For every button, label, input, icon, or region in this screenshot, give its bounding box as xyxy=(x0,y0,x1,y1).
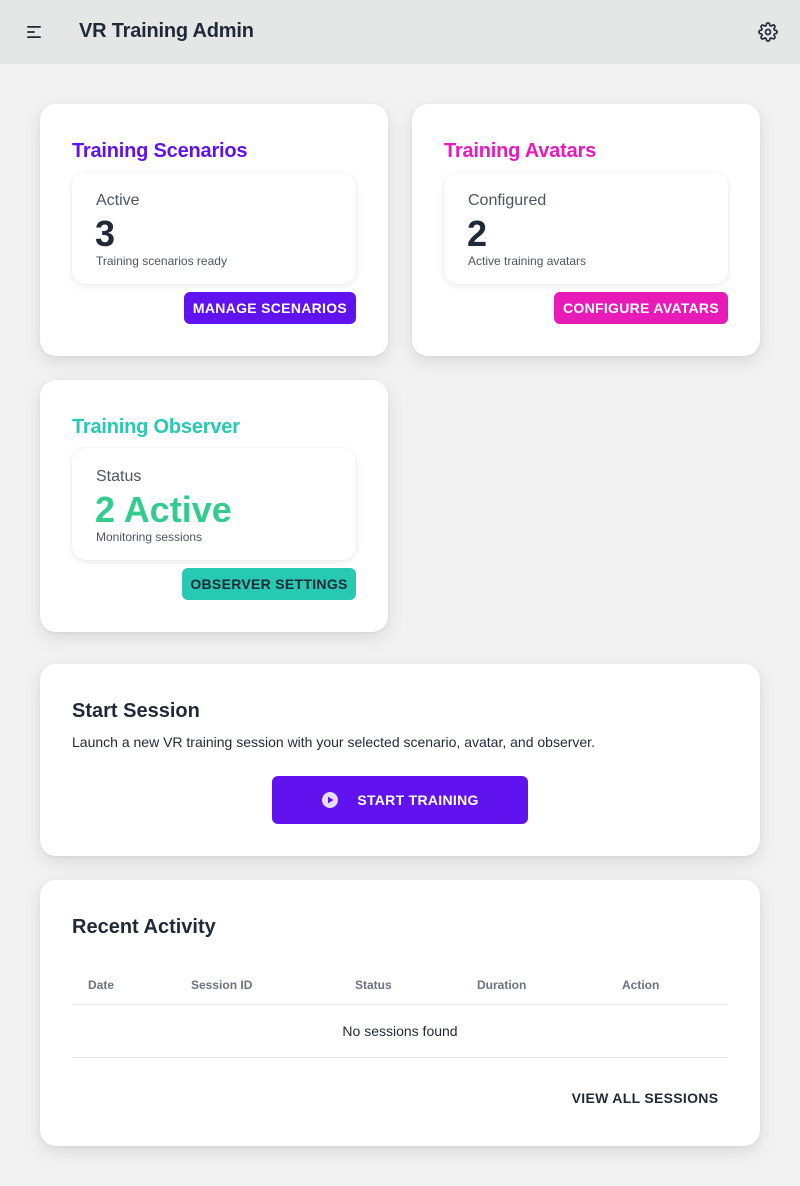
avatars-stat-value: 2 xyxy=(467,213,488,254)
start-training-label: START TRAINING xyxy=(357,792,479,808)
avatars-title: Training Avatars xyxy=(444,140,597,162)
table-divider xyxy=(72,1057,728,1058)
gear-icon[interactable] xyxy=(758,22,778,42)
avatars-stat-panel: Configured 2 Active training avatars xyxy=(444,172,728,284)
scenarios-stat-panel: Active 3 Training scenarios ready xyxy=(72,172,356,284)
scenarios-stat-desc: Training scenarios ready xyxy=(96,254,227,268)
app-title: VR Training Admin xyxy=(79,20,254,42)
play-circle-icon xyxy=(321,791,339,809)
start-training-button[interactable]: START TRAINING xyxy=(272,776,528,824)
start-session-title: Start Session xyxy=(72,700,200,722)
view-all-sessions-button[interactable]: VIEW ALL SESSIONS xyxy=(560,1082,730,1114)
observer-settings-button[interactable]: OBSERVER SETTINGS xyxy=(182,568,356,600)
observer-card: Training Observer Status 2 Active Monito… xyxy=(40,380,388,632)
manage-scenarios-button[interactable]: MANAGE SCENARIOS xyxy=(184,292,356,324)
scenarios-stat-value: 3 xyxy=(95,213,116,254)
column-session-id: Session ID xyxy=(191,978,253,992)
empty-state-text: No sessions found xyxy=(342,1023,458,1039)
table-divider xyxy=(72,1004,728,1005)
avatars-card: Training Avatars Configured 2 Active tra… xyxy=(412,104,760,356)
column-status: Status xyxy=(355,978,392,992)
observer-stat-panel: Status 2 Active Monitoring sessions xyxy=(72,448,356,560)
column-duration: Duration xyxy=(477,978,527,992)
recent-activity-card: Recent Activity Date Session ID Status D… xyxy=(40,880,760,1146)
observer-stat-desc: Monitoring sessions xyxy=(96,530,203,544)
recent-activity-title: Recent Activity xyxy=(72,916,216,938)
start-session-description: Launch a new VR training session with yo… xyxy=(72,734,595,750)
avatars-stat-desc: Active training avatars xyxy=(468,254,587,268)
scenarios-card: Training Scenarios Active 3 Training sce… xyxy=(40,104,388,356)
start-session-card: Start Session Launch a new VR training s… xyxy=(40,664,760,856)
avatars-stat-label: Configured xyxy=(468,192,547,209)
observer-title: Training Observer xyxy=(72,416,240,438)
column-action: Action xyxy=(622,978,660,992)
menu-icon[interactable] xyxy=(26,24,44,40)
column-date: Date xyxy=(88,978,115,992)
configure-avatars-button[interactable]: CONFIGURE AVATARS xyxy=(554,292,728,324)
observer-stat-label: Status xyxy=(96,468,142,485)
scenarios-title: Training Scenarios xyxy=(72,140,248,162)
top-app-bar: VR Training Admin xyxy=(0,0,800,64)
observer-stat-value: 2 Active xyxy=(95,489,232,530)
scenarios-stat-label: Active xyxy=(96,192,140,209)
